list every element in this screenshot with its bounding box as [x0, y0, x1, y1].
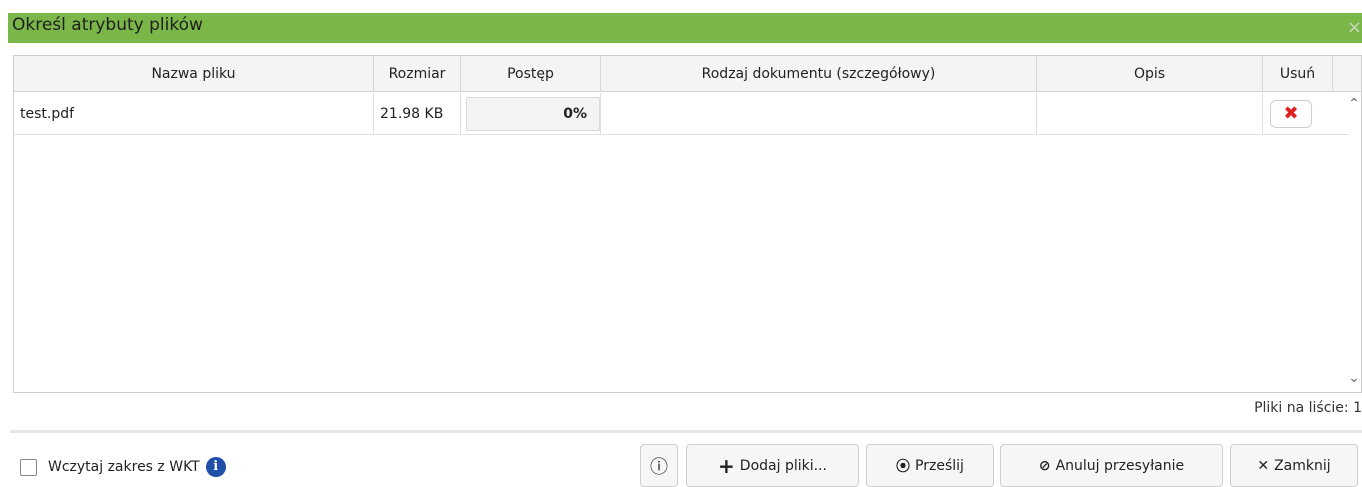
- file-name-cell: test.pdf: [14, 93, 374, 135]
- description-cell[interactable]: [1037, 93, 1263, 135]
- info-button[interactable]: ⓘ: [640, 444, 678, 487]
- column-header-progress[interactable]: Postęp: [461, 56, 601, 92]
- column-header-name[interactable]: Nazwa pliku: [14, 56, 374, 92]
- doc-type-cell[interactable]: [601, 93, 1037, 135]
- file-grid: Nazwa pliku Rozmiar Postęp Rodzaj dokume…: [13, 55, 1362, 393]
- close-dialog-icon[interactable]: ×: [1347, 17, 1362, 38]
- wkt-checkbox[interactable]: [20, 458, 37, 476]
- info-circle-icon: ⓘ: [650, 456, 668, 478]
- close-label: Zamknij: [1274, 457, 1331, 474]
- info-icon[interactable]: i: [205, 457, 226, 477]
- table-row[interactable]: test.pdf 21.98 KB 0% ✖: [14, 93, 1349, 135]
- delete-icon: ✖: [1283, 103, 1299, 124]
- cancel-upload-button[interactable]: ⊘ Anuluj przesyłanie: [1000, 444, 1223, 487]
- cancel-icon: ⊘: [1038, 457, 1051, 474]
- column-header-description[interactable]: Opis: [1037, 56, 1263, 92]
- file-count-label: Pliki na liście: 1: [1254, 400, 1362, 416]
- column-header-delete[interactable]: Usuń: [1263, 56, 1333, 92]
- wkt-checkbox-label[interactable]: Wczytaj zakres z WKT: [48, 459, 200, 475]
- scroll-down-icon[interactable]: ⌄: [1347, 370, 1361, 386]
- progress-bar: 0%: [466, 97, 600, 131]
- add-files-label: Dodaj pliki...: [739, 457, 827, 474]
- dialog-titlebar: Określ atrybuty plików ×: [8, 13, 1362, 43]
- add-files-button[interactable]: + Dodaj pliki...: [686, 444, 859, 487]
- plus-icon: +: [718, 453, 735, 478]
- wkt-checkbox-row: Wczytaj zakres z WKT i: [20, 456, 226, 478]
- grid-header: Nazwa pliku Rozmiar Postęp Rodzaj dokume…: [14, 56, 1361, 92]
- column-header-size[interactable]: Rozmiar: [374, 56, 461, 92]
- close-icon: ✕: [1257, 457, 1270, 474]
- footer-divider: [10, 430, 1362, 433]
- dialog-title: Określ atrybuty plików: [12, 15, 203, 35]
- delete-file-button[interactable]: ✖: [1270, 100, 1312, 128]
- cancel-upload-label: Anuluj przesyłanie: [1055, 457, 1185, 474]
- close-button[interactable]: ✕ Zamknij: [1230, 444, 1358, 487]
- upload-label: Prześlij: [915, 457, 964, 474]
- upload-icon: ⦿: [896, 458, 911, 475]
- column-header-doc-type[interactable]: Rodzaj dokumentu (szczegółowy): [601, 56, 1037, 92]
- file-size-cell: 21.98 KB: [374, 93, 461, 135]
- upload-button[interactable]: ⦿ Prześlij: [866, 444, 994, 487]
- scroll-up-icon[interactable]: ⌃: [1347, 96, 1361, 112]
